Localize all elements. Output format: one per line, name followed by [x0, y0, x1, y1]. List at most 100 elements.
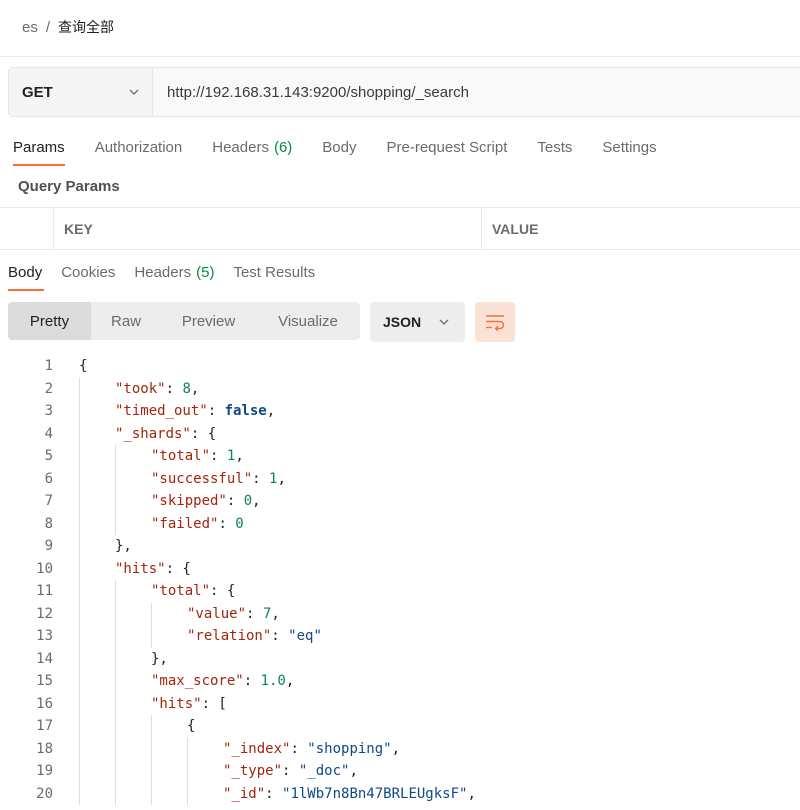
code-token: }, [115, 538, 132, 554]
code-token: "_doc" [298, 763, 350, 779]
code-text: "timed_out": false, [115, 400, 275, 423]
tab-tests-label: Tests [537, 138, 573, 156]
code-line: 3 "timed_out": false, [0, 400, 800, 423]
indent-guide [79, 715, 80, 738]
tab-settings-label: Settings [602, 138, 657, 156]
indent-guide [115, 715, 116, 738]
indent-guide [79, 377, 80, 400]
code-token: "total" [151, 448, 211, 464]
code-line: 18 "_index": "shopping", [0, 737, 800, 760]
code-token: : [290, 740, 308, 757]
breadcrumb-request-name[interactable]: 查询全部 [58, 17, 114, 37]
indent-guide [79, 782, 80, 805]
code-token: }, [151, 650, 168, 667]
method-label: GET [22, 83, 53, 101]
code-text: "_shards": { [115, 423, 216, 446]
view-mode-selector: Pretty Raw Preview Visualize [8, 302, 360, 340]
code-token: , [252, 493, 261, 509]
response-tab-test-results-label: Test Results [233, 264, 316, 281]
code-token: "failed" [151, 515, 219, 532]
code-token: : [207, 403, 225, 419]
code-token: "hits" [115, 560, 166, 577]
code-token: { [187, 718, 196, 734]
tab-settings[interactable]: Settings [602, 128, 656, 166]
code-text: { [187, 715, 195, 738]
response-body-editor[interactable]: 1{2 "took": 8, 3 "timed_out": false, 4 "_shar… [0, 355, 800, 805]
indent-guide [115, 467, 116, 490]
code-text: "max_score": 1.0, [151, 670, 294, 693]
code-text: "_type": "_doc", [223, 760, 358, 783]
line-number: 14 [36, 650, 53, 667]
code-line: 8 "failed": 0 [0, 512, 800, 535]
view-mode-preview[interactable]: Preview [161, 302, 256, 340]
indent-guide [79, 602, 80, 625]
request-tabs: Params Authorization Headers (6) Body Pre… [0, 128, 674, 168]
line-number: 12 [36, 605, 53, 622]
code-line: 2 "took": 8, [0, 377, 800, 400]
params-checkbox-column [0, 208, 54, 249]
code-token: , [467, 785, 476, 802]
code-token: : [165, 380, 183, 397]
view-mode-raw[interactable]: Raw [91, 302, 161, 340]
chevron-down-icon [129, 89, 139, 95]
code-token: 8 [182, 380, 191, 397]
line-number: 11 [36, 583, 53, 599]
code-token: : [246, 605, 263, 622]
response-tab-cookies[interactable]: Cookies [61, 254, 115, 291]
code-line: 13 "relation": "eq" [0, 625, 800, 648]
code-token: : [252, 470, 270, 487]
indent-guide [79, 535, 80, 558]
code-token: , [277, 470, 286, 487]
code-token: , [235, 448, 244, 464]
tab-authorization-label: Authorization [94, 138, 183, 156]
request-bar: GET http://192.168.31.143:9200/shopping/… [8, 67, 800, 117]
indent-guide [187, 760, 188, 783]
code-token: 1.0 [260, 673, 286, 689]
line-number: 18 [36, 740, 53, 757]
code-text: "hits": { [115, 558, 191, 581]
response-tab-cookies-label: Cookies [61, 264, 116, 281]
view-mode-pretty[interactable]: Pretty [8, 302, 91, 340]
wrap-lines-button[interactable] [475, 302, 515, 342]
code-line: 9}, [0, 535, 800, 558]
tab-pre-request-script[interactable]: Pre-request Script [387, 128, 508, 166]
code-token: , [271, 605, 280, 622]
code-token: "total" [151, 583, 211, 599]
method-select[interactable]: GET [9, 68, 153, 116]
tab-headers[interactable]: Headers (6) [212, 128, 292, 166]
indent-guide [79, 512, 80, 535]
tab-body[interactable]: Body [322, 128, 356, 166]
response-tab-body[interactable]: Body [8, 254, 45, 291]
code-line: 14}, [0, 647, 800, 671]
code-token: "eq" [288, 628, 322, 644]
response-tab-headers-label: Headers [134, 264, 192, 281]
line-number: 6 [44, 470, 53, 487]
indent-guide [115, 647, 116, 670]
code-token: "_type" [223, 763, 283, 779]
code-token: 0 [243, 493, 253, 509]
code-token: : { [190, 425, 217, 442]
code-text: }, [151, 648, 168, 671]
view-mode-visualize[interactable]: Visualize [256, 302, 360, 340]
tab-authorization[interactable]: Authorization [95, 128, 183, 166]
indent-guide [115, 512, 116, 535]
code-line: 6 "successful": 1, [0, 467, 800, 490]
url-input[interactable]: http://192.168.31.143:9200/shopping/_sea… [153, 68, 800, 116]
line-number: 16 [36, 695, 53, 712]
breadcrumb-collection[interactable]: es [22, 19, 38, 36]
format-select[interactable]: JSON [370, 302, 465, 342]
tab-tests[interactable]: Tests [537, 128, 572, 166]
code-token: : [243, 673, 261, 689]
indent-guide [115, 737, 116, 760]
code-token: "successful" [151, 470, 253, 487]
code-token: : { [165, 560, 191, 577]
tab-params[interactable]: Params [13, 128, 65, 166]
response-tab-test-results[interactable]: Test Results [233, 254, 315, 291]
code-token: "max_score" [151, 673, 244, 689]
code-text: "skipped": 0, [151, 490, 261, 513]
code-token: : [210, 448, 227, 464]
code-text: "_id": "1lWb7n8Bn47BRLEUgksF", [223, 783, 476, 806]
response-tab-headers[interactable]: Headers (5) [134, 254, 214, 291]
line-number: 13 [36, 628, 53, 644]
code-text: "total": { [151, 580, 235, 603]
